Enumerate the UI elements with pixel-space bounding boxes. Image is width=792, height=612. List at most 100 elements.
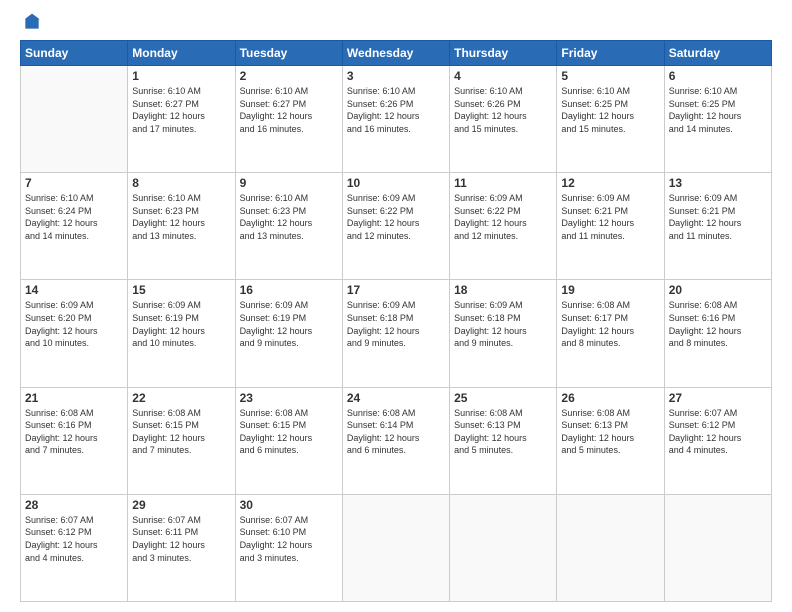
day-info: Sunrise: 6:08 AMSunset: 6:16 PMDaylight:…	[669, 299, 767, 349]
day-number: 24	[347, 391, 445, 405]
day-of-week-header: Saturday	[664, 41, 771, 66]
day-number: 27	[669, 391, 767, 405]
day-info: Sunrise: 6:08 AMSunset: 6:14 PMDaylight:…	[347, 407, 445, 457]
calendar-week-row: 28Sunrise: 6:07 AMSunset: 6:12 PMDayligh…	[21, 494, 772, 601]
day-number: 21	[25, 391, 123, 405]
calendar-cell: 7 Sunrise: 6:10 AMSunset: 6:24 PMDaylight…	[21, 173, 128, 280]
day-info: Sunrise: 6:07 AMSunset: 6:12 PMDaylight:…	[25, 514, 123, 564]
day-info: Sunrise: 6:08 AMSunset: 6:13 PMDaylight:…	[454, 407, 552, 457]
calendar-week-row: 1 Sunrise: 6:10 AMSunset: 6:27 PMDaylight…	[21, 66, 772, 173]
day-number: 12	[561, 176, 659, 190]
day-info: Sunrise: 6:07 AMSunset: 6:11 PMDaylight:…	[132, 514, 230, 564]
calendar-cell: 2 Sunrise: 6:10 AMSunset: 6:27 PMDaylight…	[235, 66, 342, 173]
day-number: 14	[25, 283, 123, 297]
day-of-week-header: Thursday	[450, 41, 557, 66]
logo-icon	[22, 12, 42, 32]
day-info: Sunrise: 6:10 AMSunset: 6:25 PMDaylight:…	[561, 85, 659, 135]
day-number: 5	[561, 69, 659, 83]
day-info: Sunrise: 6:08 AMSunset: 6:17 PMDaylight:…	[561, 299, 659, 349]
day-info: Sunrise: 6:10 AMSunset: 6:27 PMDaylight:…	[132, 85, 230, 135]
calendar-cell: 1 Sunrise: 6:10 AMSunset: 6:27 PMDaylight…	[128, 66, 235, 173]
calendar-cell: 16Sunrise: 6:09 AMSunset: 6:19 PMDayligh…	[235, 280, 342, 387]
calendar-cell: 20Sunrise: 6:08 AMSunset: 6:16 PMDayligh…	[664, 280, 771, 387]
calendar-cell: 5 Sunrise: 6:10 AMSunset: 6:25 PMDaylight…	[557, 66, 664, 173]
day-number: 1	[132, 69, 230, 83]
calendar-cell: 22Sunrise: 6:08 AMSunset: 6:15 PMDayligh…	[128, 387, 235, 494]
calendar-week-row: 14 Sunrise: 6:09 AMSunset: 6:20 PMDayligh…	[21, 280, 772, 387]
day-number: 23	[240, 391, 338, 405]
calendar-cell: 14 Sunrise: 6:09 AMSunset: 6:20 PMDayligh…	[21, 280, 128, 387]
calendar-cell: 8 Sunrise: 6:10 AMSunset: 6:23 PMDaylight…	[128, 173, 235, 280]
day-info: Sunrise: 6:08 AMSunset: 6:15 PMDaylight:…	[240, 407, 338, 457]
calendar-cell: 17 Sunrise: 6:09 AMSunset: 6:18 PMDayligh…	[342, 280, 449, 387]
day-info: Sunrise: 6:08 AMSunset: 6:13 PMDaylight:…	[561, 407, 659, 457]
calendar-cell: 15 Sunrise: 6:09 AMSunset: 6:19 PMDayligh…	[128, 280, 235, 387]
day-number: 25	[454, 391, 552, 405]
calendar-cell: 3 Sunrise: 6:10 AMSunset: 6:26 PMDaylight…	[342, 66, 449, 173]
day-number: 15	[132, 283, 230, 297]
day-of-week-header: Friday	[557, 41, 664, 66]
calendar-cell: 30 Sunrise: 6:07 AMSunset: 6:10 PMDayligh…	[235, 494, 342, 601]
calendar-cell	[21, 66, 128, 173]
header	[20, 16, 772, 32]
day-number: 10	[347, 176, 445, 190]
calendar-cell: 4 Sunrise: 6:10 AMSunset: 6:26 PMDaylight…	[450, 66, 557, 173]
day-info: Sunrise: 6:07 AMSunset: 6:10 PMDaylight:…	[240, 514, 338, 564]
day-info: Sunrise: 6:09 AMSunset: 6:20 PMDaylight:…	[25, 299, 123, 349]
day-number: 6	[669, 69, 767, 83]
day-info: Sunrise: 6:10 AMSunset: 6:23 PMDaylight:…	[132, 192, 230, 242]
day-of-week-header: Tuesday	[235, 41, 342, 66]
calendar-cell: 18 Sunrise: 6:09 AMSunset: 6:18 PMDayligh…	[450, 280, 557, 387]
day-number: 11	[454, 176, 552, 190]
logo	[20, 20, 42, 32]
page: SundayMondayTuesdayWednesdayThursdayFrid…	[0, 0, 792, 612]
day-info: Sunrise: 6:10 AMSunset: 6:26 PMDaylight:…	[454, 85, 552, 135]
calendar-cell: 23 Sunrise: 6:08 AMSunset: 6:15 PMDayligh…	[235, 387, 342, 494]
calendar-week-row: 21Sunrise: 6:08 AMSunset: 6:16 PMDayligh…	[21, 387, 772, 494]
calendar-cell: 6 Sunrise: 6:10 AMSunset: 6:25 PMDaylight…	[664, 66, 771, 173]
day-number: 4	[454, 69, 552, 83]
day-number: 16	[240, 283, 338, 297]
calendar-cell: 21Sunrise: 6:08 AMSunset: 6:16 PMDayligh…	[21, 387, 128, 494]
day-info: Sunrise: 6:09 AMSunset: 6:18 PMDaylight:…	[454, 299, 552, 349]
calendar-cell: 29 Sunrise: 6:07 AMSunset: 6:11 PMDayligh…	[128, 494, 235, 601]
calendar-cell: 9 Sunrise: 6:10 AMSunset: 6:23 PMDaylight…	[235, 173, 342, 280]
calendar-cell: 12Sunrise: 6:09 AMSunset: 6:21 PMDayligh…	[557, 173, 664, 280]
day-info: Sunrise: 6:10 AMSunset: 6:25 PMDaylight:…	[669, 85, 767, 135]
day-of-week-header: Wednesday	[342, 41, 449, 66]
day-number: 13	[669, 176, 767, 190]
day-info: Sunrise: 6:10 AMSunset: 6:26 PMDaylight:…	[347, 85, 445, 135]
calendar-week-row: 7 Sunrise: 6:10 AMSunset: 6:24 PMDaylight…	[21, 173, 772, 280]
calendar-cell: 19 Sunrise: 6:08 AMSunset: 6:17 PMDayligh…	[557, 280, 664, 387]
calendar-cell	[450, 494, 557, 601]
day-number: 19	[561, 283, 659, 297]
calendar-cell: 24 Sunrise: 6:08 AMSunset: 6:14 PMDayligh…	[342, 387, 449, 494]
calendar-cell	[557, 494, 664, 601]
day-info: Sunrise: 6:10 AMSunset: 6:27 PMDaylight:…	[240, 85, 338, 135]
day-number: 7	[25, 176, 123, 190]
calendar-table: SundayMondayTuesdayWednesdayThursdayFrid…	[20, 40, 772, 602]
day-number: 8	[132, 176, 230, 190]
calendar-cell: 10 Sunrise: 6:09 AMSunset: 6:22 PMDayligh…	[342, 173, 449, 280]
day-info: Sunrise: 6:10 AMSunset: 6:24 PMDaylight:…	[25, 192, 123, 242]
calendar-cell: 13 Sunrise: 6:09 AMSunset: 6:21 PMDayligh…	[664, 173, 771, 280]
day-number: 2	[240, 69, 338, 83]
calendar-cell: 26Sunrise: 6:08 AMSunset: 6:13 PMDayligh…	[557, 387, 664, 494]
day-number: 3	[347, 69, 445, 83]
day-info: Sunrise: 6:09 AMSunset: 6:21 PMDaylight:…	[669, 192, 767, 242]
day-number: 29	[132, 498, 230, 512]
day-info: Sunrise: 6:09 AMSunset: 6:22 PMDaylight:…	[347, 192, 445, 242]
day-info: Sunrise: 6:08 AMSunset: 6:15 PMDaylight:…	[132, 407, 230, 457]
calendar-cell: 25 Sunrise: 6:08 AMSunset: 6:13 PMDayligh…	[450, 387, 557, 494]
day-number: 30	[240, 498, 338, 512]
day-info: Sunrise: 6:10 AMSunset: 6:23 PMDaylight:…	[240, 192, 338, 242]
day-number: 17	[347, 283, 445, 297]
day-number: 18	[454, 283, 552, 297]
day-info: Sunrise: 6:09 AMSunset: 6:18 PMDaylight:…	[347, 299, 445, 349]
calendar-cell	[342, 494, 449, 601]
day-info: Sunrise: 6:07 AMSunset: 6:12 PMDaylight:…	[669, 407, 767, 457]
day-info: Sunrise: 6:09 AMSunset: 6:22 PMDaylight:…	[454, 192, 552, 242]
day-number: 9	[240, 176, 338, 190]
day-info: Sunrise: 6:09 AMSunset: 6:19 PMDaylight:…	[132, 299, 230, 349]
calendar-cell	[664, 494, 771, 601]
